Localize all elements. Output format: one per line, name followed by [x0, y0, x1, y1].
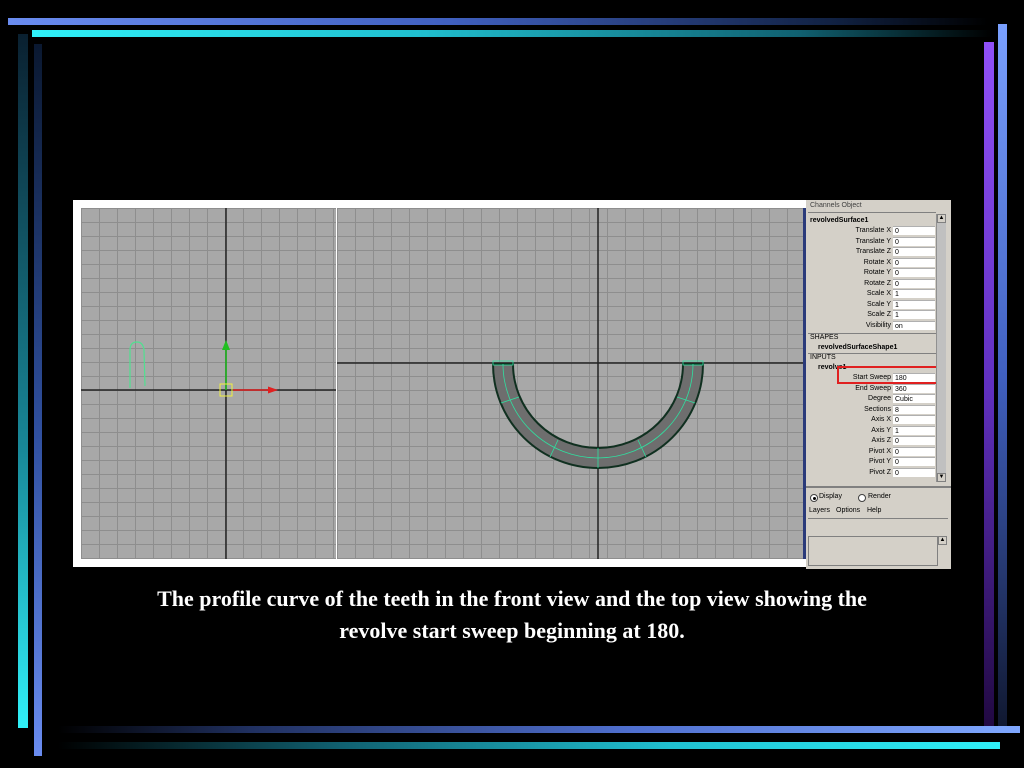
attribute-label: Visibility — [865, 321, 891, 329]
divider — [808, 518, 948, 519]
attribute-row: Translate X0 — [806, 226, 939, 236]
attribute-row: Pivot Y0 — [806, 457, 939, 467]
attribute-label: Pivot X — [868, 447, 891, 455]
render-label: Render — [868, 493, 891, 500]
channel-box: Channels Object revolvedSurface1 Transla… — [806, 200, 951, 569]
top-viewport[interactable] — [337, 208, 803, 559]
decorative-bar-top-blue — [8, 18, 988, 25]
decorative-bar-left-blue — [34, 44, 42, 756]
decorative-bar-top-cyan — [32, 30, 992, 37]
attribute-value-field[interactable]: Cubic — [893, 394, 935, 403]
attribute-value-field[interactable]: 1 — [893, 310, 935, 319]
attribute-row: Scale Z1 — [806, 310, 939, 320]
attribute-row: Rotate Z0 — [806, 278, 939, 289]
attribute-label: Scale Y — [867, 300, 891, 308]
inputs-heading: INPUTS — [810, 354, 836, 361]
attribute-label: Scale X — [866, 290, 891, 297]
attribute-value-field[interactable]: 0 — [893, 236, 935, 246]
layer-list[interactable] — [808, 536, 938, 566]
caption-line-2: revolve start sweep beginning at 180. — [339, 618, 685, 643]
attribute-value-field[interactable]: 0 — [893, 457, 935, 466]
attribute-value-field[interactable]: 0 — [893, 247, 935, 256]
attribute-label: Rotate Y — [863, 269, 891, 276]
top-view-canvas — [337, 208, 803, 559]
attribute-row: Axis X0 — [806, 415, 939, 425]
manipulator-y-arrow — [222, 340, 230, 350]
arrow-up-icon[interactable]: ▲ — [937, 214, 946, 223]
menu-help[interactable]: Help — [867, 506, 881, 516]
attribute-label: Translate Z — [855, 248, 891, 255]
attribute-row: Pivot Z0 — [806, 467, 939, 478]
channel-box-header: Channels Object — [810, 202, 862, 209]
attribute-value-field[interactable]: 1 — [893, 289, 935, 298]
attribute-row: Axis Z0 — [806, 436, 939, 446]
decorative-bar-right-purple — [984, 42, 994, 732]
attribute-value-field[interactable]: on — [893, 320, 935, 330]
attribute-value-field[interactable]: 0 — [893, 257, 935, 267]
display-label: Display — [819, 493, 842, 500]
attribute-value-field[interactable]: 0 — [893, 436, 935, 445]
layer-editor: Display Render Layers Options Help ▲ — [806, 486, 951, 569]
attribute-label: Rotate X — [863, 258, 891, 266]
attribute-label: Pivot Y — [868, 458, 891, 465]
front-view-canvas — [81, 208, 336, 559]
front-viewport[interactable] — [81, 208, 336, 559]
arrow-down-icon[interactable]: ▼ — [937, 473, 946, 482]
attribute-row: Axis Y1 — [806, 425, 939, 436]
start-sweep-highlight — [837, 366, 938, 384]
display-radio[interactable] — [810, 494, 818, 502]
attribute-row: Rotate Y0 — [806, 268, 939, 278]
attribute-label: Axis X — [871, 416, 891, 423]
maya-screenshot: Channels Object revolvedSurface1 Transla… — [73, 200, 951, 569]
teeth-profile-curve — [129, 341, 146, 388]
decorative-bar-bottom-blue — [58, 726, 1020, 733]
slide-caption: The profile curve of the teeth in the fr… — [80, 583, 944, 647]
attribute-label: Translate X — [855, 227, 891, 234]
attribute-label: Pivot Z — [869, 468, 891, 476]
attribute-row: Pivot X0 — [806, 446, 939, 457]
attribute-value-field[interactable]: 0 — [893, 415, 935, 424]
attribute-row: Degree Cubic — [806, 394, 939, 404]
attribute-label: Axis Z — [871, 437, 891, 444]
channel-box-scrollbar[interactable]: ▲ ▼ — [936, 214, 946, 482]
node-name[interactable]: revolvedSurface1 — [810, 216, 868, 226]
attribute-value-field[interactable]: 1 — [893, 299, 935, 309]
attribute-value-field[interactable]: 0 — [893, 226, 935, 235]
attribute-value-field[interactable]: 1 — [893, 425, 935, 435]
attribute-label: Axis Y — [871, 426, 891, 434]
render-radio[interactable] — [858, 494, 866, 502]
attribute-row: Visibility on — [806, 320, 939, 331]
attribute-row: Sections 8 — [806, 404, 939, 415]
attribute-row: End Sweep 360 — [806, 383, 939, 394]
attribute-value-field[interactable]: 360 — [893, 383, 935, 393]
attribute-label: Scale Z — [867, 311, 891, 318]
decorative-bar-bottom-cyan — [58, 742, 1000, 749]
manipulator-x-arrow — [268, 386, 278, 394]
attribute-row: Translate Z0 — [806, 247, 939, 257]
attribute-value-field[interactable]: 0 — [893, 268, 935, 277]
attribute-label: End Sweep — [855, 384, 891, 392]
shapes-heading: SHAPES — [810, 334, 839, 341]
attribute-label: Rotate Z — [864, 279, 891, 287]
decorative-bar-right-blue — [998, 24, 1007, 728]
attribute-row: Scale Y1 — [806, 299, 939, 310]
divider — [808, 212, 936, 213]
attribute-label: Degree — [868, 395, 891, 402]
attribute-label: Translate Y — [855, 237, 891, 245]
attribute-value-field[interactable]: 8 — [893, 404, 935, 414]
menu-options[interactable]: Options — [836, 506, 860, 516]
attribute-row: Scale X1 — [806, 289, 939, 299]
attribute-value-field[interactable]: 0 — [893, 278, 935, 288]
menu-layers[interactable]: Layers — [809, 506, 830, 516]
attribute-value-field[interactable]: 0 — [893, 446, 935, 456]
shape-name[interactable]: revolvedSurfaceShape1 — [818, 343, 897, 353]
caption-line-1: The profile curve of the teeth in the fr… — [157, 586, 867, 611]
attribute-value-field[interactable]: 0 — [893, 467, 935, 477]
attribute-row: Rotate X0 — [806, 257, 939, 268]
decorative-bar-left-cyan — [18, 34, 28, 728]
attribute-row: Translate Y0 — [806, 236, 939, 247]
attribute-label: Sections — [864, 405, 891, 413]
arrow-up-icon[interactable]: ▲ — [938, 536, 947, 545]
